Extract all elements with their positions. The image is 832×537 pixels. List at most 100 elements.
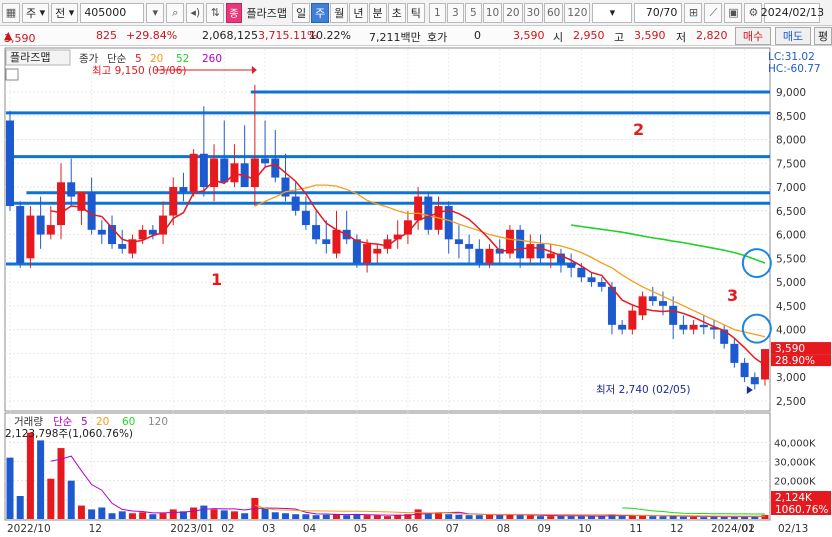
- minute-tab-120[interactable]: 120: [564, 2, 591, 23]
- hc-indicator: HC:-60.77: [768, 63, 821, 75]
- volume-bar: [6, 457, 14, 519]
- x-tick-label: 07: [446, 523, 459, 535]
- volume-bar: [628, 515, 636, 519]
- volume-bar: [761, 514, 769, 519]
- bar-count-input[interactable]: 70/70: [634, 2, 683, 23]
- period-tab-6[interactable]: 틱: [406, 2, 425, 23]
- x-tick-label: 02: [742, 523, 755, 535]
- volume-tick-label: 30,000K: [774, 458, 816, 469]
- volume-bar: [16, 496, 24, 519]
- candle-body: [148, 229, 157, 235]
- candle-body: [485, 248, 494, 264]
- minute-tab-1[interactable]: 1: [428, 2, 446, 23]
- period-tab-5[interactable]: 초: [387, 2, 406, 23]
- eval-button[interactable]: 평: [814, 27, 832, 45]
- x-tick-label: 03: [262, 523, 275, 535]
- volume-legend-item: 60: [122, 416, 135, 428]
- volume-bar: [659, 516, 667, 519]
- price-legend-item: 5: [135, 53, 142, 65]
- period-tabs: 일주월년분초틱: [292, 2, 425, 23]
- candle-body: [271, 158, 280, 178]
- period-tab-4[interactable]: 분: [368, 2, 387, 23]
- volume-bar: [200, 505, 208, 519]
- minute-tab-3[interactable]: 3: [446, 2, 464, 23]
- buy-button[interactable]: 매수: [735, 27, 771, 45]
- volume-bar: [577, 516, 585, 519]
- stock-code-input[interactable]: 405000: [80, 2, 145, 23]
- legend-toggle-icon: [5, 68, 19, 81]
- candle-body: [26, 215, 35, 259]
- volume-bar: [363, 515, 371, 519]
- period-tab-1[interactable]: 주: [311, 2, 330, 23]
- candle-body: [199, 153, 208, 188]
- view-select[interactable]: 전 ▾: [51, 2, 79, 23]
- minute-tab-60[interactable]: 60: [544, 2, 564, 23]
- scroll-icon[interactable]: ⇅: [206, 2, 225, 23]
- high-label: 최고 9,150 (03/06): [92, 65, 187, 77]
- open-price: 2,950: [573, 29, 605, 42]
- candle-body: [77, 191, 86, 211]
- candle-body: [761, 349, 769, 380]
- volume-bar: [649, 516, 657, 519]
- period-tab-0[interactable]: 일: [292, 2, 311, 23]
- y-tick-label: 7,500: [776, 158, 806, 170]
- candle-body: [373, 248, 382, 254]
- minute-tab-30[interactable]: 30: [523, 2, 543, 23]
- volume-bar: [241, 513, 249, 519]
- volume-bar: [37, 440, 45, 519]
- candle-body: [658, 301, 667, 306]
- candle-body: [750, 377, 759, 385]
- search-icon[interactable]: ⌕: [166, 2, 185, 23]
- y-tick-label: 8,500: [776, 111, 806, 123]
- volume-bar: [47, 478, 55, 519]
- chart-grid-icon[interactable]: ▦: [2, 2, 20, 23]
- hoga-label: 호가: [427, 31, 448, 44]
- x-tick-label: 02: [221, 523, 234, 535]
- volume-bar: [149, 514, 157, 519]
- period-tab-3[interactable]: 년: [349, 2, 368, 23]
- volume-bar: [455, 514, 463, 519]
- dropdown-icon[interactable]: ▾: [146, 2, 165, 23]
- market-select-label: 주: [26, 6, 37, 20]
- volume-bar: [159, 513, 167, 519]
- candle-body: [587, 277, 596, 283]
- minute-tab-10[interactable]: 10: [482, 2, 503, 23]
- trade-amount: 7,211백만: [369, 31, 421, 44]
- gear-icon[interactable]: ⚙: [744, 2, 763, 23]
- minute-tab-5[interactable]: 5: [464, 2, 482, 23]
- volume-bar: [67, 480, 75, 519]
- market-select[interactable]: 주 ▾: [22, 2, 50, 23]
- volume-bar: [98, 507, 106, 519]
- volume-bar: [547, 516, 555, 519]
- y-tick-label: 4,500: [776, 301, 806, 313]
- price-legend-item: 52: [176, 53, 189, 65]
- save-icon[interactable]: ▣: [724, 2, 743, 23]
- stock-chart[interactable]: 123 2,5003,0003,5004,0004,5005,0005,5006…: [0, 47, 832, 537]
- price-pane-frame: [4, 47, 771, 412]
- candle-body: [57, 182, 66, 226]
- sound-icon[interactable]: ◂): [186, 2, 205, 23]
- candle-body: [465, 244, 474, 249]
- interval-input[interactable]: ▾: [592, 2, 633, 23]
- volume-bar: [261, 507, 269, 519]
- draw-line-icon[interactable]: ⟋: [704, 2, 723, 23]
- volume-bar: [77, 505, 85, 519]
- y-tick-label: 2,500: [776, 396, 806, 408]
- chart-title: 플라즈맵: [10, 51, 50, 64]
- volume-tick-label: 20,000K: [774, 477, 816, 488]
- y-tick-label: 4,000: [776, 325, 806, 337]
- candle-body: [597, 282, 606, 287]
- date-input[interactable]: 2024/02/13: [761, 2, 824, 23]
- candle-body: [526, 244, 535, 259]
- volume-bar: [230, 511, 238, 519]
- volume-tick-label: 40,000K: [774, 438, 816, 449]
- volume-bar: [190, 507, 198, 519]
- period-tab-2[interactable]: 월: [330, 2, 349, 23]
- candle-body: [740, 362, 749, 378]
- price-legend-item: 260: [202, 53, 222, 65]
- grid: [4, 47, 771, 521]
- sell-button[interactable]: 매도: [775, 27, 811, 45]
- crosshair-icon[interactable]: ⊞: [684, 2, 703, 23]
- minute-tab-20[interactable]: 20: [503, 2, 523, 23]
- candle-body: [6, 120, 14, 207]
